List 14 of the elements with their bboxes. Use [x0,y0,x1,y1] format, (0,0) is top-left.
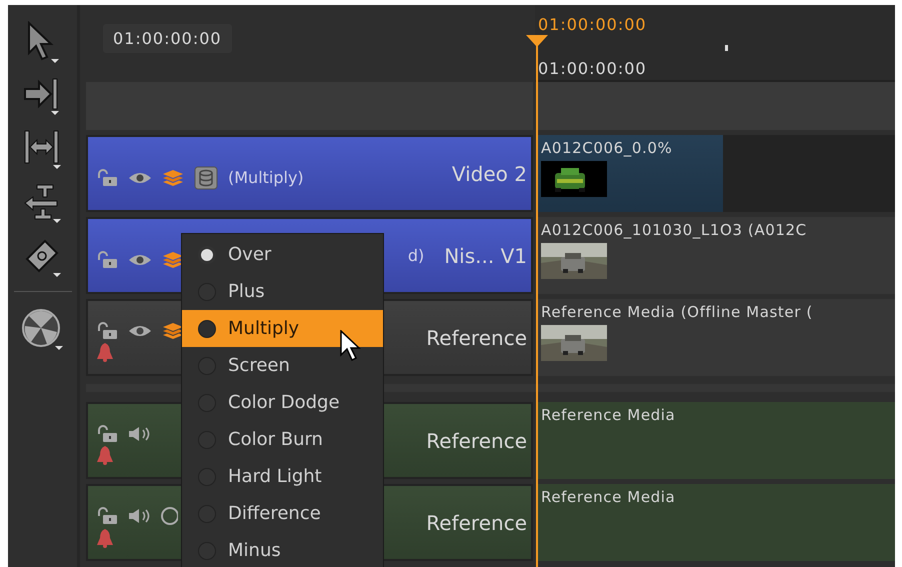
clip-name: Reference Media [541,488,676,506]
clip-name: A012C006_0.0% [541,139,674,157]
start-timecode: 01:00:00:00 [538,59,647,78]
track-name: Video 2 [452,162,527,186]
track-name: Nis... V1 [444,244,527,268]
clip-name: Reference Media [541,406,676,424]
clip-name: A012C006_101030_L1O3 (A012C [541,221,808,239]
track-name: Reference [426,428,527,452]
blend-mode-label: (Multiply) [228,168,304,187]
clip-name: Reference Media (Offline Master ( [541,303,814,321]
track-name: Reference [426,326,527,350]
playhead-timecode: 01:00:00:00 [538,15,647,34]
blend-mode-label: d) [408,246,424,265]
track-name: Reference [426,510,527,534]
